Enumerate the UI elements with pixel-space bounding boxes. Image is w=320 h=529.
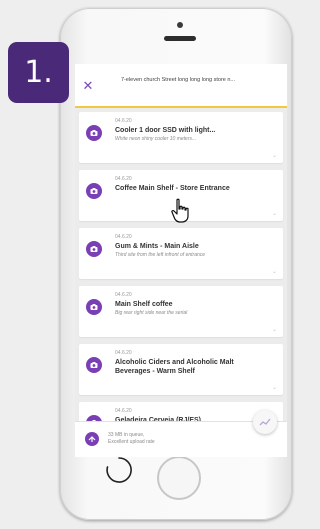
item-date: 04.6.20 (115, 118, 132, 124)
app-screen: ✕ 7-eleven church Street long long long … (75, 64, 287, 457)
item-description: Big rear right side near the serial (115, 310, 188, 316)
camera-icon (86, 357, 102, 373)
item-date: 04.6.20 (115, 408, 132, 414)
chevron-down-icon[interactable]: ⌄ (272, 152, 277, 159)
store-name: 7-eleven church Street long long long st… (120, 77, 236, 83)
item-date: 04.6.20 (115, 292, 132, 298)
item-title: Alcoholic Ciders and Alcoholic Malt Beve… (115, 359, 234, 375)
step-number-badge: 1. (8, 42, 69, 103)
camera-icon (86, 183, 102, 199)
item-title: Cooler 1 door SSD with light... (115, 127, 216, 134)
item-date: 04.6.20 (115, 350, 132, 356)
hand-pointer-icon (171, 198, 189, 223)
top-bar: ✕ 7-eleven church Street long long long … (75, 64, 287, 108)
item-date: 04.6.20 (115, 234, 132, 240)
chevron-down-icon[interactable]: ⌄ (272, 268, 277, 275)
list-item[interactable]: 04.6.20 Gum & Mints - Main Aisle Third s… (79, 228, 283, 279)
trend-button[interactable] (253, 410, 277, 434)
close-icon[interactable]: ✕ (81, 79, 95, 93)
chevron-down-icon[interactable]: ⌄ (272, 384, 277, 391)
queue-size-text: 33 MB in queue, (108, 432, 145, 438)
loading-spinner-icon (106, 457, 132, 483)
upload-queue-icon (85, 432, 99, 446)
camera-icon (86, 299, 102, 315)
speaker-grille (164, 36, 196, 41)
item-description: Third site from the left infront of entr… (115, 252, 206, 258)
home-button[interactable] (157, 456, 201, 500)
item-date: 04.6.20 (115, 176, 132, 182)
camera-icon (86, 125, 102, 141)
list-item[interactable]: 04.6.20 Alcoholic Ciders and Alcoholic M… (79, 344, 283, 395)
camera-icon (86, 241, 102, 257)
upload-rate-text: Excellent upload rate (108, 439, 155, 445)
trend-icon (259, 418, 271, 426)
camera-icon (177, 22, 183, 28)
chevron-down-icon[interactable]: ⌄ (272, 210, 277, 217)
item-description: White neon shiny cooler 10 meters... (115, 136, 197, 142)
list-item[interactable]: 04.6.20 Main Shelf coffee Big rear right… (79, 286, 283, 337)
item-title: Main Shelf coffee (115, 301, 173, 308)
item-title: Gum & Mints - Main Aisle (115, 243, 199, 250)
list-item[interactable]: 04.6.20 Cooler 1 door SSD with light... … (79, 112, 283, 163)
chevron-down-icon[interactable]: ⌄ (272, 326, 277, 333)
item-title: Coffee Main Shelf - Store Entrance (115, 185, 230, 192)
